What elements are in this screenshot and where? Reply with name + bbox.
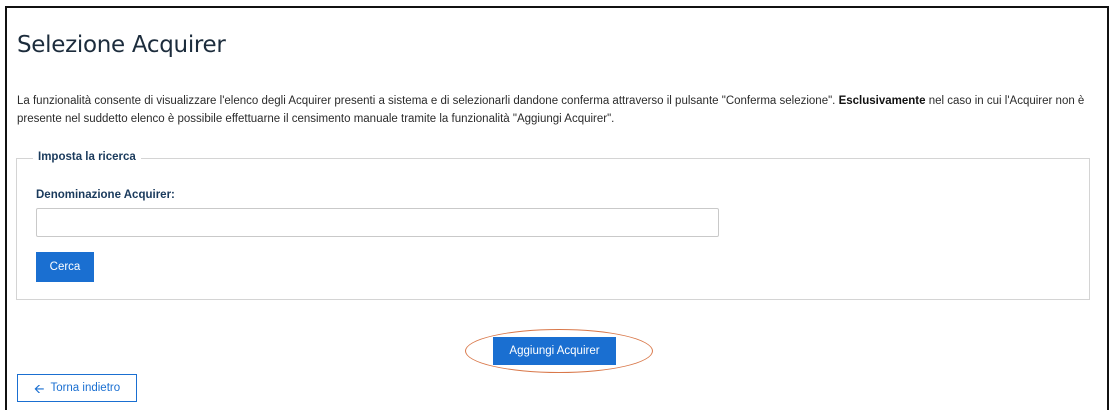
back-button-label: Torna indietro <box>50 382 121 394</box>
description-bold: Esclusivamente <box>838 95 926 107</box>
arrow-left-icon: 🡨 <box>33 380 45 396</box>
search-button[interactable]: Cerca <box>36 252 94 282</box>
description-text-1: La funzionalità consente di visualizzare… <box>17 95 839 107</box>
add-acquirer-button[interactable]: Aggiungi Acquirer <box>493 337 616 365</box>
page-description: La funzionalità consente di visualizzare… <box>17 92 1097 128</box>
search-legend: Imposta la ricerca <box>33 151 141 163</box>
search-fieldset: Imposta la ricerca Denominazione Acquire… <box>16 151 1090 300</box>
acquirer-name-input[interactable] <box>36 208 719 237</box>
page-title: Selezione Acquirer <box>17 32 226 58</box>
acquirer-name-label: Denominazione Acquirer: <box>36 189 175 201</box>
back-button[interactable]: 🡨 Torna indietro <box>17 374 137 402</box>
